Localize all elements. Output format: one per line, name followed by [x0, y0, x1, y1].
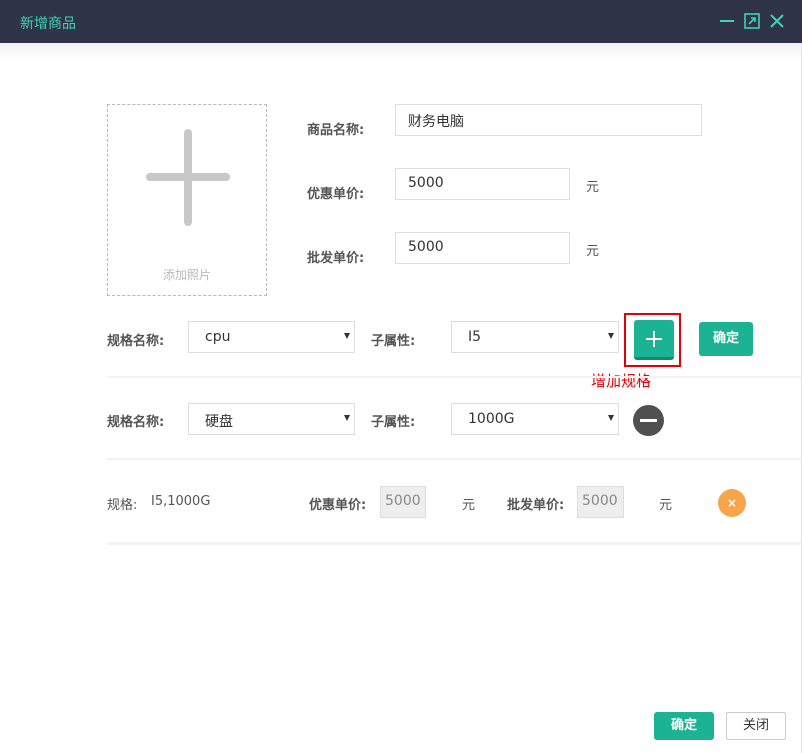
- sku-spec-value: I5,1000G: [151, 494, 211, 509]
- spec-name-label: 规格名称:: [107, 415, 165, 430]
- wholesale-price-input[interactable]: 5000: [395, 232, 570, 264]
- discount-price-label: 优惠单价:: [307, 187, 365, 202]
- spec-name-value: cpu: [205, 329, 231, 345]
- product-name-input[interactable]: 财务电脑: [395, 104, 702, 136]
- window-titlebar: 新增商品: [0, 0, 802, 43]
- annotation-text: 增加规格: [591, 372, 652, 390]
- sub-attribute-label: 子属性:: [371, 334, 416, 349]
- plus-icon-bar: [146, 173, 230, 181]
- close-button[interactable]: 关闭: [726, 712, 786, 740]
- sku-wholesale-label: 批发单价:: [507, 498, 565, 513]
- sku-wholesale-input[interactable]: 5000: [577, 486, 624, 518]
- spec-name-value: 硬盘: [205, 414, 233, 430]
- minus-icon: [640, 419, 657, 422]
- chevron-down-icon: [344, 415, 350, 421]
- divider: [107, 458, 802, 460]
- sku-spec-label: 规格:: [107, 498, 138, 513]
- spec-name-select[interactable]: 硬盘: [188, 403, 355, 435]
- remove-sku-button[interactable]: ×: [718, 489, 746, 517]
- divider: [107, 542, 802, 545]
- chevron-down-icon: [608, 415, 614, 421]
- divider: [107, 376, 802, 378]
- discount-unit: 元: [586, 180, 600, 195]
- titlebar-shadow: [0, 43, 802, 59]
- sku-wholesale-unit: 元: [659, 498, 673, 513]
- minimize-icon[interactable]: [718, 12, 736, 30]
- sub-attribute-select[interactable]: I5: [451, 321, 619, 353]
- sub-attribute-value: I5: [468, 329, 482, 345]
- sub-attribute-value: 1000G: [468, 411, 515, 427]
- product-name-label: 商品名称:: [307, 123, 365, 138]
- sub-attribute-select[interactable]: 1000G: [451, 403, 619, 435]
- chevron-down-icon: [344, 333, 350, 339]
- sku-discount-input[interactable]: 5000: [380, 486, 426, 518]
- chevron-down-icon: [608, 333, 614, 339]
- wholesale-unit: 元: [586, 244, 600, 259]
- spec-confirm-button[interactable]: 确定: [699, 322, 753, 356]
- remove-spec-button[interactable]: [633, 405, 664, 436]
- spec-name-label: 规格名称:: [107, 334, 165, 349]
- sku-discount-unit: 元: [462, 498, 476, 513]
- sku-discount-label: 优惠单价:: [309, 498, 367, 513]
- wholesale-price-label: 批发单价:: [307, 251, 365, 266]
- spec-name-select[interactable]: cpu: [188, 321, 355, 353]
- close-icon[interactable]: [768, 12, 786, 30]
- add-photo-button[interactable]: 添加照片: [107, 104, 267, 296]
- sub-attribute-label: 子属性:: [371, 415, 416, 430]
- confirm-button[interactable]: 确定: [654, 712, 714, 740]
- window-title: 新增商品: [20, 16, 76, 32]
- maximize-icon[interactable]: [743, 12, 761, 30]
- annotation-highlight-box: [624, 313, 681, 367]
- add-photo-label: 添加照片: [162, 268, 211, 282]
- discount-price-input[interactable]: 5000: [395, 168, 570, 200]
